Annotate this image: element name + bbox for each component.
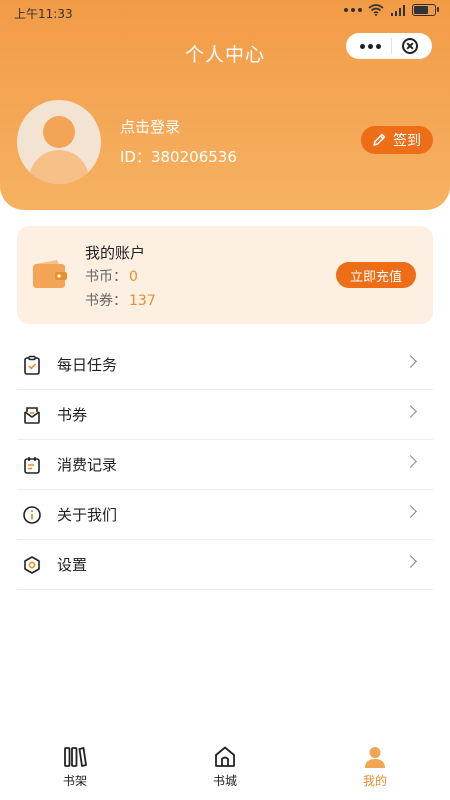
nav-label: 我的 xyxy=(362,774,387,788)
nav-item-bookstore[interactable]: 书城 xyxy=(185,744,265,789)
close-icon[interactable] xyxy=(402,38,418,54)
more-notifications-icon xyxy=(344,8,362,12)
profile-screen: 上午11:33 个人中心 点击登录 ID：380206536 签到 我的账户 书… xyxy=(0,0,450,800)
login-link[interactable]: 点击登录 xyxy=(120,116,180,137)
avatar[interactable] xyxy=(17,100,101,184)
vouchers-label: 书券： xyxy=(85,293,127,309)
signin-label: 签到 xyxy=(393,133,421,149)
menu-label: 设置 xyxy=(57,556,88,574)
settings-icon xyxy=(24,555,40,574)
user-id: ID：380206536 xyxy=(120,148,237,166)
ticket-icon xyxy=(24,406,40,424)
chevron-right-icon xyxy=(404,505,417,518)
profile-header: 上午11:33 个人中心 点击登录 ID：380206536 签到 xyxy=(0,0,450,210)
account-title: 我的账户 xyxy=(85,244,146,262)
signal-icon xyxy=(391,5,405,16)
nav-item-bookshelf[interactable]: 书架 xyxy=(35,744,115,789)
menu-item-purchase-records[interactable]: 消费记录 xyxy=(17,440,433,490)
menu-label: 每日任务 xyxy=(57,356,118,374)
nav-label: 书城 xyxy=(212,774,237,788)
mini-program-capsule xyxy=(346,33,432,59)
user-icon xyxy=(365,747,385,768)
bottom-nav: 书架 书城 我的 xyxy=(0,738,450,800)
menu-list: 每日任务 书券 消费记录 关于我们 设置 xyxy=(17,340,433,590)
bookshelf-icon xyxy=(64,747,87,767)
nav-item-mine[interactable]: 我的 xyxy=(335,744,415,789)
pencil-icon xyxy=(373,133,386,146)
menu-label: 关于我们 xyxy=(57,506,118,524)
status-icons xyxy=(344,4,439,16)
menu-item-daily-tasks[interactable]: 每日任务 xyxy=(17,340,433,390)
calendar-record-icon xyxy=(24,456,40,474)
vouchers-row: 书券： 137 xyxy=(85,290,156,310)
coins-label: 书币： xyxy=(85,269,127,285)
menu-item-settings[interactable]: 设置 xyxy=(17,540,433,590)
wifi-icon xyxy=(368,4,384,16)
coins-row: 书币： 0 xyxy=(85,266,138,286)
coins-value: 0 xyxy=(129,269,138,285)
status-bar: 上午11:33 xyxy=(0,0,450,24)
battery-icon xyxy=(412,4,439,16)
nav-label: 书架 xyxy=(62,774,87,788)
clipboard-check-icon xyxy=(24,355,40,375)
wallet-icon xyxy=(33,260,67,288)
menu-item-vouchers[interactable]: 书券 xyxy=(17,390,433,440)
account-card: 我的账户 书币： 0 书券： 137 立即充值 xyxy=(17,226,433,324)
chevron-right-icon xyxy=(404,405,417,418)
status-time: 上午11:33 xyxy=(14,7,73,21)
chevron-right-icon xyxy=(404,555,417,568)
menu-item-about-us[interactable]: 关于我们 xyxy=(17,490,433,540)
more-options-icon[interactable] xyxy=(360,43,381,49)
home-icon xyxy=(215,746,235,767)
menu-label: 书券 xyxy=(57,406,88,424)
chevron-right-icon xyxy=(404,355,417,368)
recharge-button[interactable]: 立即充值 xyxy=(335,262,416,288)
signin-button[interactable]: 签到 xyxy=(361,126,433,154)
menu-label: 消费记录 xyxy=(57,456,118,474)
vouchers-value: 137 xyxy=(129,293,156,309)
chevron-right-icon xyxy=(404,455,417,468)
capsule-divider xyxy=(391,38,392,54)
info-icon xyxy=(23,505,41,524)
